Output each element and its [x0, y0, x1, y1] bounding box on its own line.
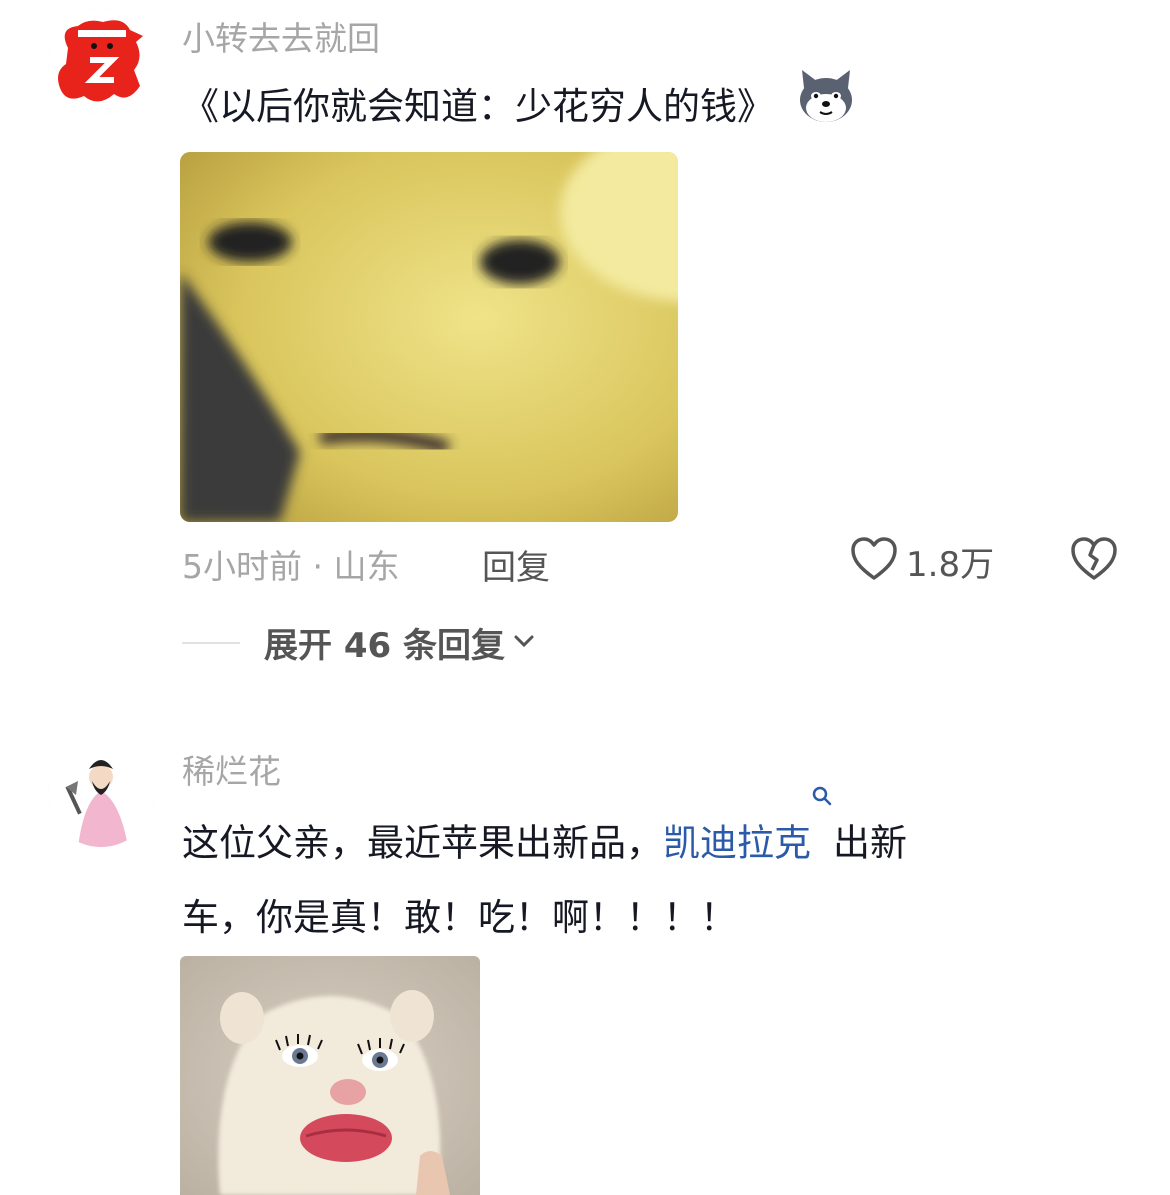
- comment-text: 这位父亲，最近苹果出新品，凯迪拉克 出新 车，你是真！敢！吃！啊！！！！: [182, 786, 907, 955]
- search-link[interactable]: 凯迪拉克: [663, 821, 811, 864]
- comment-text-part: 出新: [833, 821, 907, 865]
- husky-dog-emoji-icon: [796, 66, 856, 151]
- comment-text: 《以后你就会知道：少花穷人的钱》: [182, 66, 856, 151]
- search-icon[interactable]: [811, 786, 833, 848]
- broken-heart-icon: [1070, 537, 1118, 586]
- username[interactable]: 小转去去就回: [182, 12, 380, 60]
- divider: [182, 641, 240, 644]
- chevron-down-icon: [513, 633, 535, 653]
- dislike-button[interactable]: [1070, 536, 1118, 586]
- like-count: 1.8万: [906, 544, 995, 585]
- comment-image[interactable]: [180, 152, 678, 522]
- comment-text-part: 这位父亲，最近苹果出新品，: [182, 821, 663, 865]
- comment-image[interactable]: [180, 956, 480, 1195]
- expand-replies[interactable]: 展开 46 条回复: [182, 618, 535, 667]
- avatar[interactable]: [48, 741, 154, 847]
- avatar[interactable]: [48, 8, 154, 114]
- heart-icon: [850, 536, 898, 586]
- like-button[interactable]: 1.8万: [850, 536, 994, 586]
- expand-replies-label: 展开 46 条回复: [264, 626, 505, 666]
- comment-text-content: 《以后你就会知道：少花穷人的钱》: [182, 85, 774, 128]
- comment-text-line-1: 这位父亲，最近苹果出新品，凯迪拉克 出新: [182, 786, 907, 880]
- comment-text-line-2: 车，你是真！敢！吃！啊！！！！: [182, 896, 737, 940]
- time-location: 5小时前 · 山东: [182, 547, 400, 586]
- reply-button[interactable]: 回复: [482, 540, 550, 589]
- username[interactable]: 稀烂花: [182, 745, 281, 793]
